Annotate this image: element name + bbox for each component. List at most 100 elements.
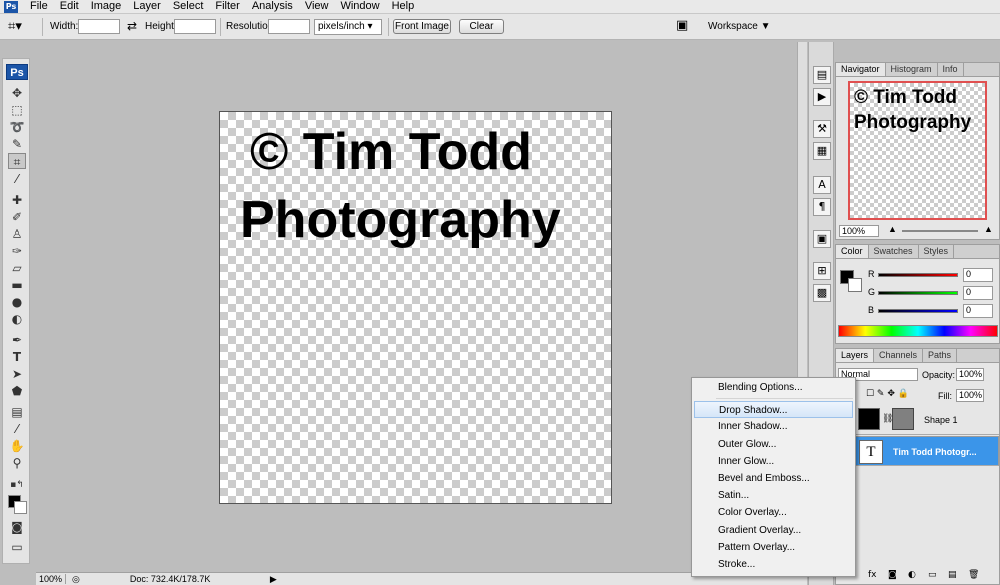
red-value-input[interactable]: 0 <box>963 268 993 282</box>
eyedropper-tool-icon[interactable]: ⁄ <box>8 171 26 187</box>
zoom-in-icon[interactable]: ▲ <box>984 224 993 234</box>
dodge-tool-icon[interactable]: ◐ <box>8 311 26 327</box>
eraser-tool-icon[interactable]: ▱ <box>8 260 26 276</box>
height-input[interactable] <box>174 19 216 34</box>
green-slider[interactable] <box>878 291 958 295</box>
tab-navigator[interactable]: Navigator <box>836 63 886 76</box>
marquee-tool-icon[interactable]: ⬚ <box>8 102 26 118</box>
lasso-tool-icon[interactable]: ➰ <box>8 119 26 135</box>
color-sampler-tool-icon[interactable]: ⁄ <box>8 421 26 437</box>
menu-view[interactable]: View <box>299 0 335 13</box>
lock-icons[interactable]: ☐ ✎ ✥ 🔒 <box>866 389 909 399</box>
navigator-zoom-input[interactable]: 100% <box>839 225 879 237</box>
menu-analysis[interactable]: Analysis <box>246 0 299 13</box>
blue-slider[interactable] <box>878 309 958 313</box>
menu-help[interactable]: Help <box>386 0 421 13</box>
history-panel-icon[interactable]: ▤ <box>813 66 831 84</box>
status-menu-arrow-icon[interactable]: ▶ <box>270 574 277 585</box>
delete-layer-icon[interactable]: 🗑 <box>968 570 979 580</box>
new-layer-icon[interactable]: ▤ <box>948 570 957 580</box>
layer-row-text[interactable]: 👁 T Tim Todd Photogr... <box>836 436 999 466</box>
actions-panel-icon[interactable]: ▶ <box>813 88 831 106</box>
adjustment-layer-icon[interactable]: ◐ <box>908 570 916 580</box>
status-zoom[interactable]: 100% <box>36 574 66 584</box>
front-image-button[interactable]: Front Image <box>393 19 451 34</box>
add-style-icon[interactable]: fx <box>868 570 877 580</box>
red-slider[interactable] <box>878 273 958 277</box>
menu-file[interactable]: File <box>24 0 54 13</box>
add-mask-icon[interactable]: ◙ <box>888 570 897 580</box>
hand-tool-icon[interactable]: ✋ <box>8 438 26 454</box>
tool-presets-icon[interactable]: ⚒ <box>813 120 831 138</box>
crop-tool-icon[interactable]: ⌗ <box>8 153 26 169</box>
blur-tool-icon[interactable]: ● <box>8 294 26 310</box>
tab-paths[interactable]: Paths <box>923 349 958 362</box>
menu-item-blending-options[interactable]: Blending Options... <box>692 379 855 396</box>
clone-source-icon[interactable]: ▣ <box>813 230 831 248</box>
new-group-icon[interactable]: ▭ <box>928 570 937 580</box>
menu-item-inner-glow[interactable]: Inner Glow... <box>692 453 855 470</box>
pen-tool-icon[interactable]: ✒ <box>8 332 26 348</box>
menu-edit[interactable]: Edit <box>54 0 85 13</box>
workspace-menu[interactable]: Workspace ▼ <box>708 21 771 32</box>
zoom-slider[interactable] <box>902 230 978 232</box>
crop-tool-preset-icon[interactable]: ⌗▾ <box>8 19 22 34</box>
adjustments-icon[interactable]: ▩ <box>813 284 831 302</box>
layer-comps-icon[interactable]: ⊞ <box>813 262 831 280</box>
menu-item-inner-shadow[interactable]: Inner Shadow... <box>692 418 855 435</box>
clear-button[interactable]: Clear <box>459 19 504 34</box>
resolution-unit-select[interactable]: pixels/inch ▾ <box>314 19 382 35</box>
menu-window[interactable]: Window <box>334 0 385 13</box>
tab-layers[interactable]: Layers <box>836 349 875 362</box>
menu-item-color-overlay[interactable]: Color Overlay... <box>692 504 855 521</box>
shape-tool-icon[interactable]: ⬟ <box>8 383 26 399</box>
menu-item-pattern-overlay[interactable]: Pattern Overlay... <box>692 539 855 556</box>
menu-layer[interactable]: Layer <box>127 0 167 13</box>
menu-filter[interactable]: Filter <box>209 0 245 13</box>
menu-item-bevel-emboss[interactable]: Bevel and Emboss... <box>692 470 855 487</box>
background-color-chip[interactable] <box>848 278 862 292</box>
healing-brush-tool-icon[interactable]: ✚ <box>8 192 26 208</box>
background-color-swatch[interactable] <box>14 501 27 514</box>
brushes-panel-icon[interactable]: ▦ <box>813 142 831 160</box>
menu-item-satin[interactable]: Satin... <box>692 487 855 504</box>
notes-tool-icon[interactable]: ▤ <box>8 404 26 420</box>
tab-swatches[interactable]: Swatches <box>869 245 919 258</box>
move-tool-icon[interactable]: ✥ <box>8 85 26 101</box>
tab-color[interactable]: Color <box>836 245 869 258</box>
screen-mode-icon[interactable]: ▭ <box>8 539 26 555</box>
width-input[interactable] <box>78 19 120 34</box>
zoom-out-icon[interactable]: ▲ <box>888 224 897 234</box>
clone-stamp-tool-icon[interactable]: ♙ <box>8 226 26 242</box>
tab-info[interactable]: Info <box>938 63 964 76</box>
blue-value-input[interactable]: 0 <box>963 304 993 318</box>
fill-input[interactable]: 100% <box>956 389 984 402</box>
green-value-input[interactable]: 0 <box>963 286 993 300</box>
brush-tool-icon[interactable]: ✐ <box>8 209 26 225</box>
tab-styles[interactable]: Styles <box>919 245 955 258</box>
tab-histogram[interactable]: Histogram <box>886 63 938 76</box>
paragraph-panel-icon[interactable]: ¶ <box>813 198 831 216</box>
color-spectrum-bar[interactable] <box>838 325 998 337</box>
document-canvas[interactable]: © Tim Todd Photography <box>219 111 612 504</box>
zoom-tool-icon[interactable]: ⚲ <box>8 455 26 471</box>
layer-row-shape[interactable]: 👁 ⛓ Shape 1 <box>836 405 999 435</box>
menu-item-drop-shadow[interactable]: Drop Shadow... <box>694 401 853 419</box>
opacity-input[interactable]: 100% <box>956 368 984 381</box>
gradient-tool-icon[interactable]: ▬ <box>8 277 26 293</box>
default-colors-icon[interactable]: ▪↰ <box>8 477 26 493</box>
navigator-thumbnail[interactable]: © Tim Todd Photography <box>848 81 987 220</box>
resolution-input[interactable] <box>268 19 310 34</box>
path-selection-tool-icon[interactable]: ➤ <box>8 366 26 382</box>
character-panel-icon[interactable]: A <box>813 176 831 194</box>
menu-select[interactable]: Select <box>167 0 210 13</box>
magic-wand-tool-icon[interactable]: ✎ <box>8 136 26 152</box>
swap-dimensions-icon[interactable]: ⇄ <box>127 19 137 33</box>
menu-item-gradient-overlay[interactable]: Gradient Overlay... <box>692 522 855 539</box>
menu-image[interactable]: Image <box>85 0 128 13</box>
tab-channels[interactable]: Channels <box>874 349 924 362</box>
menu-item-outer-glow[interactable]: Outer Glow... <box>692 436 855 453</box>
bridge-icon[interactable]: ▣ <box>676 18 688 33</box>
type-tool-icon[interactable]: T <box>8 349 26 365</box>
menu-item-stroke[interactable]: Stroke... <box>692 556 855 573</box>
